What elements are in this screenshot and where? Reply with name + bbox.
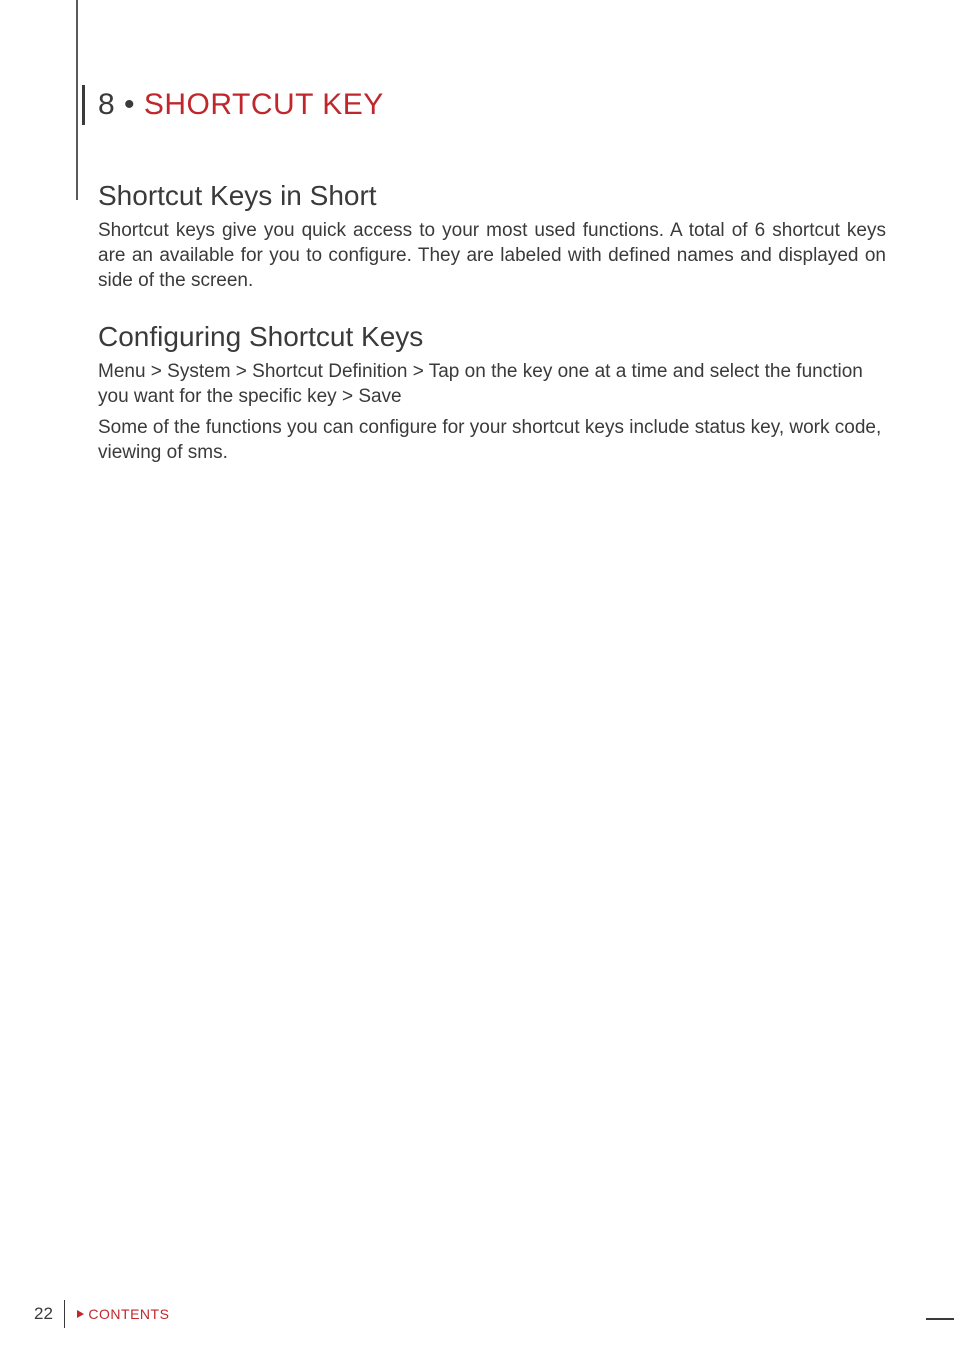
contents-link[interactable]: CONTENTS <box>77 1306 169 1322</box>
footer-divider <box>64 1300 66 1328</box>
chapter-name: SHORTCUT KEY <box>144 88 384 121</box>
page-number: 22 <box>34 1304 64 1324</box>
contents-label: CONTENTS <box>88 1306 169 1322</box>
content-area: Shortcut Keys in Short Shortcut keys giv… <box>98 180 886 494</box>
chapter-title: 8 • SHORTCUT KEY <box>98 88 384 122</box>
body-paragraph: Menu > System > Shortcut Definition > Ta… <box>98 359 886 409</box>
triangle-right-icon <box>77 1310 84 1318</box>
page-footer: 22 CONTENTS <box>34 1300 169 1328</box>
section-heading: Configuring Shortcut Keys <box>98 321 886 353</box>
chapter-title-bar <box>82 85 85 125</box>
chapter-separator: • <box>115 88 144 121</box>
section: Shortcut Keys in Short Shortcut keys giv… <box>98 180 886 293</box>
left-margin-rule <box>76 0 78 200</box>
chapter-number: 8 <box>98 88 115 121</box>
section-heading: Shortcut Keys in Short <box>98 180 886 212</box>
right-margin-tick <box>926 1318 954 1320</box>
body-paragraph: Shortcut keys give you quick access to y… <box>98 218 886 293</box>
body-paragraph: Some of the functions you can configure … <box>98 415 886 465</box>
section: Configuring Shortcut Keys Menu > System … <box>98 321 886 465</box>
